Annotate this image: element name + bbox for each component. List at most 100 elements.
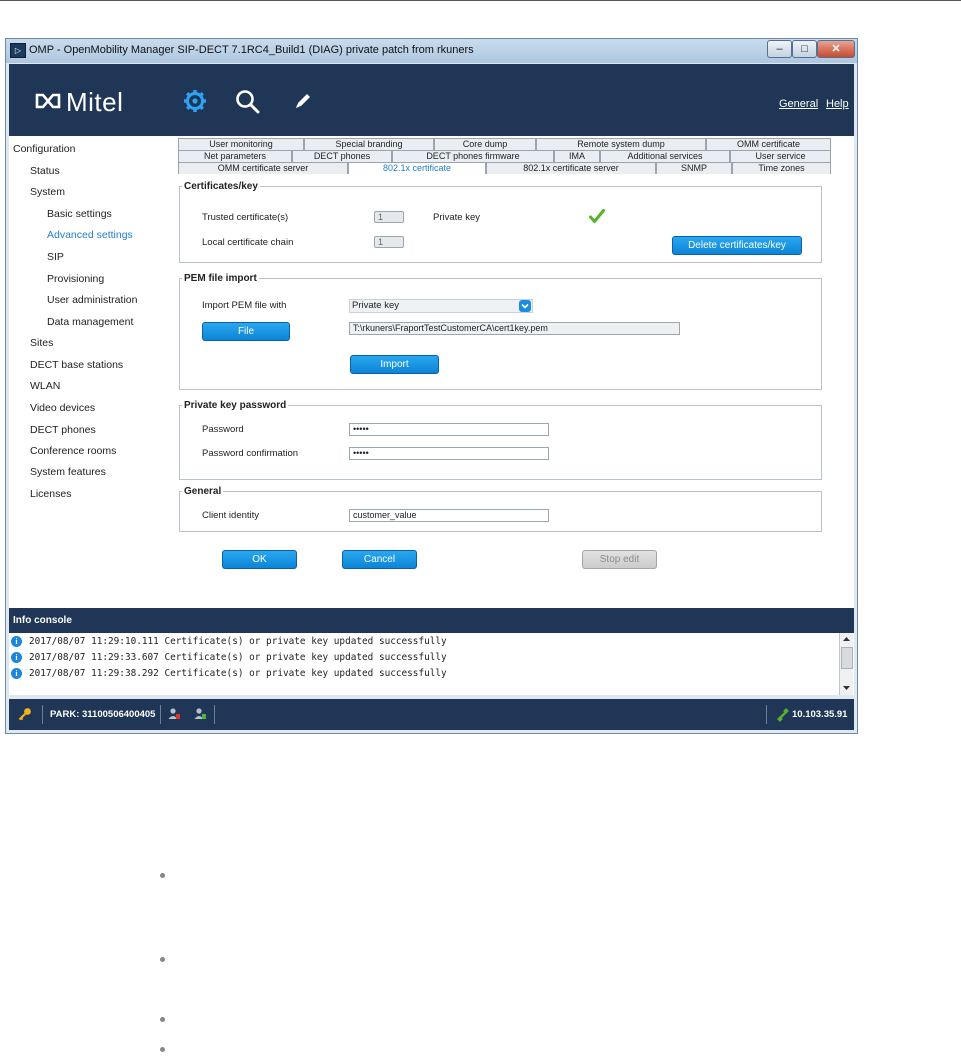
scroll-down-icon[interactable] — [842, 684, 851, 692]
import-button[interactable]: Import — [350, 355, 439, 374]
local-certificate-chain-label: Local certificate chain — [202, 237, 294, 248]
log-entry-text: 2017/08/07 11:29:33.607 Certificate(s) o… — [29, 652, 447, 663]
tab-net-parameters[interactable]: Net parameters — [178, 150, 292, 162]
document-bullet — [160, 873, 165, 878]
file-button[interactable]: File — [202, 322, 290, 341]
tab-snmp[interactable]: SNMP — [656, 162, 732, 174]
sidebar-item-sip[interactable]: SIP — [47, 251, 64, 263]
omp-window: ▷ OMP - OpenMobility Manager SIP-DECT 7.… — [5, 38, 858, 734]
tab-core-dump[interactable]: Core dump — [434, 138, 536, 150]
help-link[interactable]: Help — [826, 98, 849, 110]
tab-row-1: User monitoring Special branding Core du… — [175, 138, 854, 150]
tab-remote-system-dump[interactable]: Remote system dump — [536, 138, 706, 150]
tab-dect-phones-firmware[interactable]: DECT phones firmware — [392, 150, 554, 162]
sidebar-item-advanced-settings[interactable]: Advanced settings — [47, 229, 133, 241]
import-pem-with-select[interactable]: Private key — [349, 299, 533, 313]
minimize-button[interactable]: – — [767, 40, 792, 58]
log-entry-text: 2017/08/07 11:29:38.292 Certificate(s) o… — [29, 668, 447, 679]
sidebar-item-video-devices[interactable]: Video devices — [30, 402, 95, 414]
tab-user-monitoring[interactable]: User monitoring — [178, 138, 304, 150]
chevron-down-icon — [519, 300, 531, 312]
scroll-up-icon[interactable] — [842, 635, 851, 643]
sidebar-item-wlan[interactable]: WLAN — [30, 380, 60, 392]
client-identity-label: Client identity — [202, 510, 260, 521]
trusted-certificates-count: 1 — [374, 211, 404, 223]
import-pem-with-label: Import PEM file with — [202, 300, 287, 311]
password-confirmation-field[interactable]: ••••• — [349, 447, 549, 460]
private-key-label: Private key — [433, 212, 480, 223]
password-label: Password — [202, 424, 244, 435]
mitel-logo-icon — [35, 93, 61, 109]
log-entry: i 2017/08/07 11:29:33.607 Certificate(s)… — [9, 651, 839, 665]
tab-time-zones[interactable]: Time zones — [732, 162, 831, 174]
log-entry: i 2017/08/07 11:29:10.111 Certificate(s)… — [9, 635, 839, 649]
password-confirmation-label: Password confirmation — [202, 448, 299, 459]
password-field[interactable]: ••••• — [349, 423, 549, 436]
sidebar-item-conference-rooms[interactable]: Conference rooms — [30, 445, 116, 457]
search-icon[interactable] — [235, 89, 261, 115]
general-link[interactable]: General — [779, 98, 818, 110]
certificates-legend: Certificates/key — [184, 181, 258, 192]
sidebar-nav: Configuration Status System Basic settin… — [9, 136, 175, 608]
tab-omm-certificate-server[interactable]: OMM certificate server — [178, 162, 348, 174]
pem-import-legend: PEM file import — [184, 273, 257, 284]
status-separator — [42, 705, 43, 724]
ok-button[interactable]: OK — [222, 550, 297, 569]
info-console-title: Info console — [9, 608, 854, 633]
status-bar: PARK: 31100506400405 10.103.35.91 — [9, 699, 854, 730]
log-entry-text: 2017/08/07 11:29:10.111 Certificate(s) o… — [29, 636, 447, 647]
sidebar-item-system-features[interactable]: System features — [30, 466, 106, 478]
info-console: i 2017/08/07 11:29:10.111 Certificate(s)… — [9, 633, 854, 695]
sidebar-item-system[interactable]: System — [30, 186, 65, 198]
user-alert-icon[interactable] — [167, 707, 181, 721]
sidebar-item-licenses[interactable]: Licenses — [30, 488, 71, 500]
sidebar-item-user-administration[interactable]: User administration — [47, 294, 137, 306]
console-scrollbar[interactable] — [839, 633, 853, 695]
main-content: User monitoring Special branding Core du… — [175, 136, 854, 608]
checkmark-icon — [589, 209, 605, 223]
connection-plug-icon — [777, 708, 789, 722]
file-path-field[interactable]: T:\rkuners\FraportTestCustomerCA\cert1ke… — [349, 322, 680, 335]
tab-user-service[interactable]: User service — [730, 150, 831, 162]
window-title: OMP - OpenMobility Manager SIP-DECT 7.1R… — [29, 44, 474, 56]
private-key-password-group: Private key password — [179, 400, 822, 480]
sidebar-item-data-management[interactable]: Data management — [47, 316, 133, 328]
client-identity-field[interactable]: customer_value — [349, 509, 549, 522]
document-bullet — [160, 1047, 165, 1052]
info-icon: i — [11, 652, 22, 663]
user-sync-icon[interactable] — [193, 707, 207, 721]
log-entry: i 2017/08/07 11:29:38.292 Certificate(s)… — [9, 667, 839, 681]
tab-ima[interactable]: IMA — [554, 150, 600, 162]
sidebar-item-sites[interactable]: Sites — [30, 337, 53, 349]
status-separator — [214, 705, 215, 724]
tab-omm-certificate[interactable]: OMM certificate — [706, 138, 831, 150]
pencil-icon[interactable] — [293, 91, 313, 111]
tab-dect-phones[interactable]: DECT phones — [292, 150, 392, 162]
trusted-certificates-label: Trusted certificate(s) — [202, 212, 289, 223]
gear-icon[interactable] — [183, 89, 207, 113]
delete-certificates-button[interactable]: Delete certificates/key — [672, 236, 802, 255]
document-bullet — [160, 1017, 165, 1022]
cancel-button[interactable]: Cancel — [342, 550, 417, 569]
sidebar-item-status[interactable]: Status — [30, 165, 60, 177]
sidebar-item-dect-base-stations[interactable]: DECT base stations — [30, 359, 123, 371]
sidebar-item-dect-phones[interactable]: DECT phones — [30, 424, 96, 436]
scrollbar-thumb[interactable] — [841, 647, 853, 669]
window-titlebar[interactable]: ▷ OMP - OpenMobility Manager SIP-DECT 7.… — [6, 39, 857, 63]
tab-row-2: Net parameters DECT phones DECT phones f… — [175, 150, 854, 162]
tab-802-1x-certificate-server[interactable]: 802.1x certificate server — [486, 162, 656, 174]
tab-additional-services[interactable]: Additional services — [600, 150, 730, 162]
maximize-button[interactable]: □ — [792, 40, 817, 58]
tab-802-1x-certificate[interactable]: 802.1x certificate — [348, 162, 486, 174]
sidebar-item-basic-settings[interactable]: Basic settings — [47, 208, 112, 220]
stop-edit-button[interactable]: Stop edit — [582, 550, 657, 569]
page-top-rule — [0, 0, 961, 1]
sidebar-item-provisioning[interactable]: Provisioning — [47, 273, 104, 285]
tab-special-branding[interactable]: Special branding — [304, 138, 434, 150]
sidebar-item-configuration[interactable]: Configuration — [13, 143, 75, 155]
app-header: Mitel General Help — [9, 64, 854, 136]
close-button[interactable]: ✕ — [817, 40, 855, 58]
import-pem-with-value: Private key — [352, 300, 399, 311]
tab-row-3: OMM certificate server 802.1x certificat… — [175, 162, 854, 174]
general-legend: General — [184, 486, 222, 497]
